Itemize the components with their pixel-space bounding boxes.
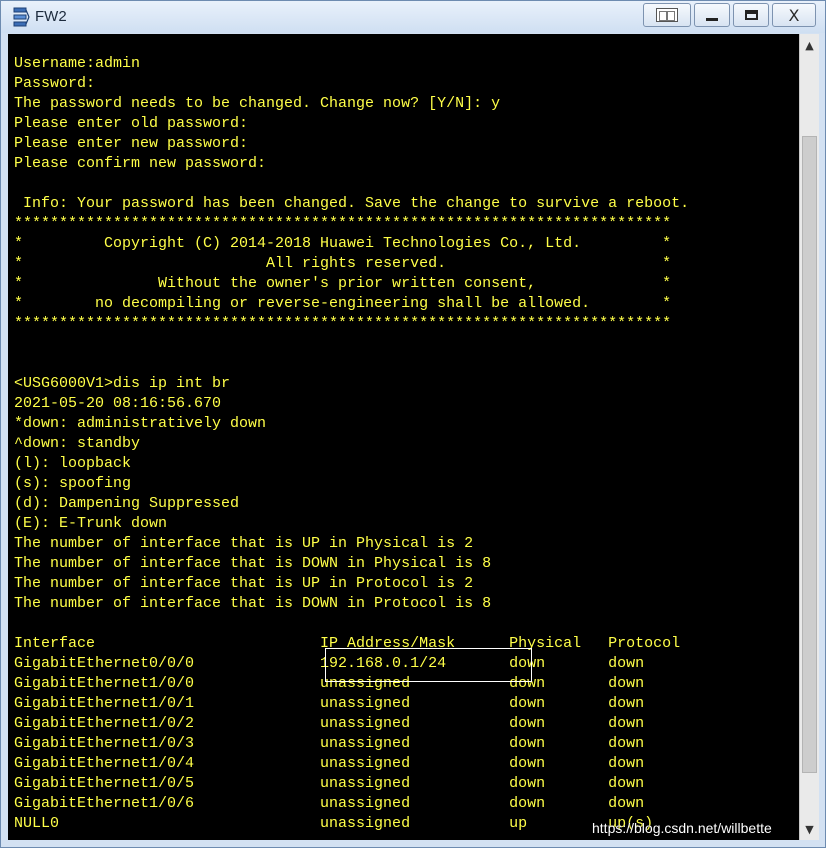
network-device-icon <box>13 7 30 27</box>
window-layout-button[interactable] <box>643 3 691 27</box>
terminal-line: * Without the owner's prior written cons… <box>14 275 672 292</box>
terminal-line: (s): spoofing <box>14 475 132 492</box>
terminal-line: GigabitEthernet1/0/1 unassigned down dow… <box>14 695 645 712</box>
maximize-button[interactable] <box>733 3 769 27</box>
ip-address-highlight-box <box>325 648 532 682</box>
terminal-line: * no decompiling or reverse-engineering … <box>14 295 672 312</box>
terminal-line: The number of interface that is DOWN in … <box>14 555 492 572</box>
close-icon: X <box>788 5 800 25</box>
window-layout-icon <box>656 8 678 22</box>
terminal-line: GigabitEthernet1/0/6 unassigned down dow… <box>14 795 645 812</box>
terminal-line: NULL0 unassigned up up(s) <box>14 815 654 832</box>
terminal-line: * All rights reserved. * <box>14 255 672 272</box>
terminal-line: <USG6000V1>dis ip int br <box>14 375 231 392</box>
terminal-line: (E): E-Trunk down <box>14 515 168 532</box>
terminal-line: The number of interface that is DOWN in … <box>14 595 492 612</box>
terminal-line: GigabitEthernet1/0/5 unassigned down dow… <box>14 775 645 792</box>
scroll-up-arrow-icon[interactable]: ▲ <box>800 34 819 56</box>
terminal-line: GigabitEthernet1/0/2 unassigned down dow… <box>14 715 645 732</box>
terminal-line: * Copyright (C) 2014-2018 Huawei Technol… <box>14 235 672 252</box>
maximize-icon <box>744 10 758 20</box>
scroll-down-arrow-icon[interactable]: ▼ <box>800 818 819 840</box>
minimize-icon <box>706 17 718 21</box>
terminal-line: GigabitEthernet1/0/4 unassigned down dow… <box>14 755 645 772</box>
terminal-line: ****************************************… <box>14 215 672 232</box>
terminal-line: ^down: standby <box>14 435 141 452</box>
terminal-line: *down: administratively down <box>14 415 267 432</box>
terminal-line: 2021-05-20 08:16:56.670 <box>14 395 222 412</box>
scroll-thumb[interactable] <box>802 136 817 773</box>
terminal-line: Please confirm new password: <box>14 155 267 172</box>
vertical-scrollbar[interactable]: ▲ ▼ <box>799 34 819 840</box>
terminal-line: GigabitEthernet1/0/3 unassigned down dow… <box>14 735 645 752</box>
terminal-window: FW2 X Username:admin Password: The passwor… <box>0 0 826 848</box>
window-title: FW2 <box>35 8 67 25</box>
terminal-line: (d): Dampening Suppressed <box>14 495 240 512</box>
terminal-output-area[interactable]: Username:admin Password: The password need… <box>8 34 799 840</box>
watermark-text: https://blog.csdn.net/willbette <box>592 820 772 836</box>
minimize-button[interactable] <box>694 3 730 27</box>
terminal-line: Please enter new password: <box>14 135 249 152</box>
terminal-line: Password: <box>14 75 96 92</box>
close-button[interactable]: X <box>772 3 816 27</box>
terminal-line: Please enter old password: <box>14 115 249 132</box>
terminal-line: (l): loopback <box>14 455 132 472</box>
terminal-line: Username:admin <box>14 55 141 72</box>
terminal-line: The number of interface that is UP in Ph… <box>14 535 474 552</box>
title-bar[interactable]: FW2 X <box>1 1 825 33</box>
terminal-line: The number of interface that is UP in Pr… <box>14 575 474 592</box>
terminal-line: The password needs to be changed. Change… <box>14 95 501 112</box>
terminal-line: Info: Your password has been changed. Sa… <box>14 195 690 212</box>
terminal-line: ****************************************… <box>14 315 672 332</box>
terminal-lines: Username:admin Password: The password need… <box>14 54 689 834</box>
